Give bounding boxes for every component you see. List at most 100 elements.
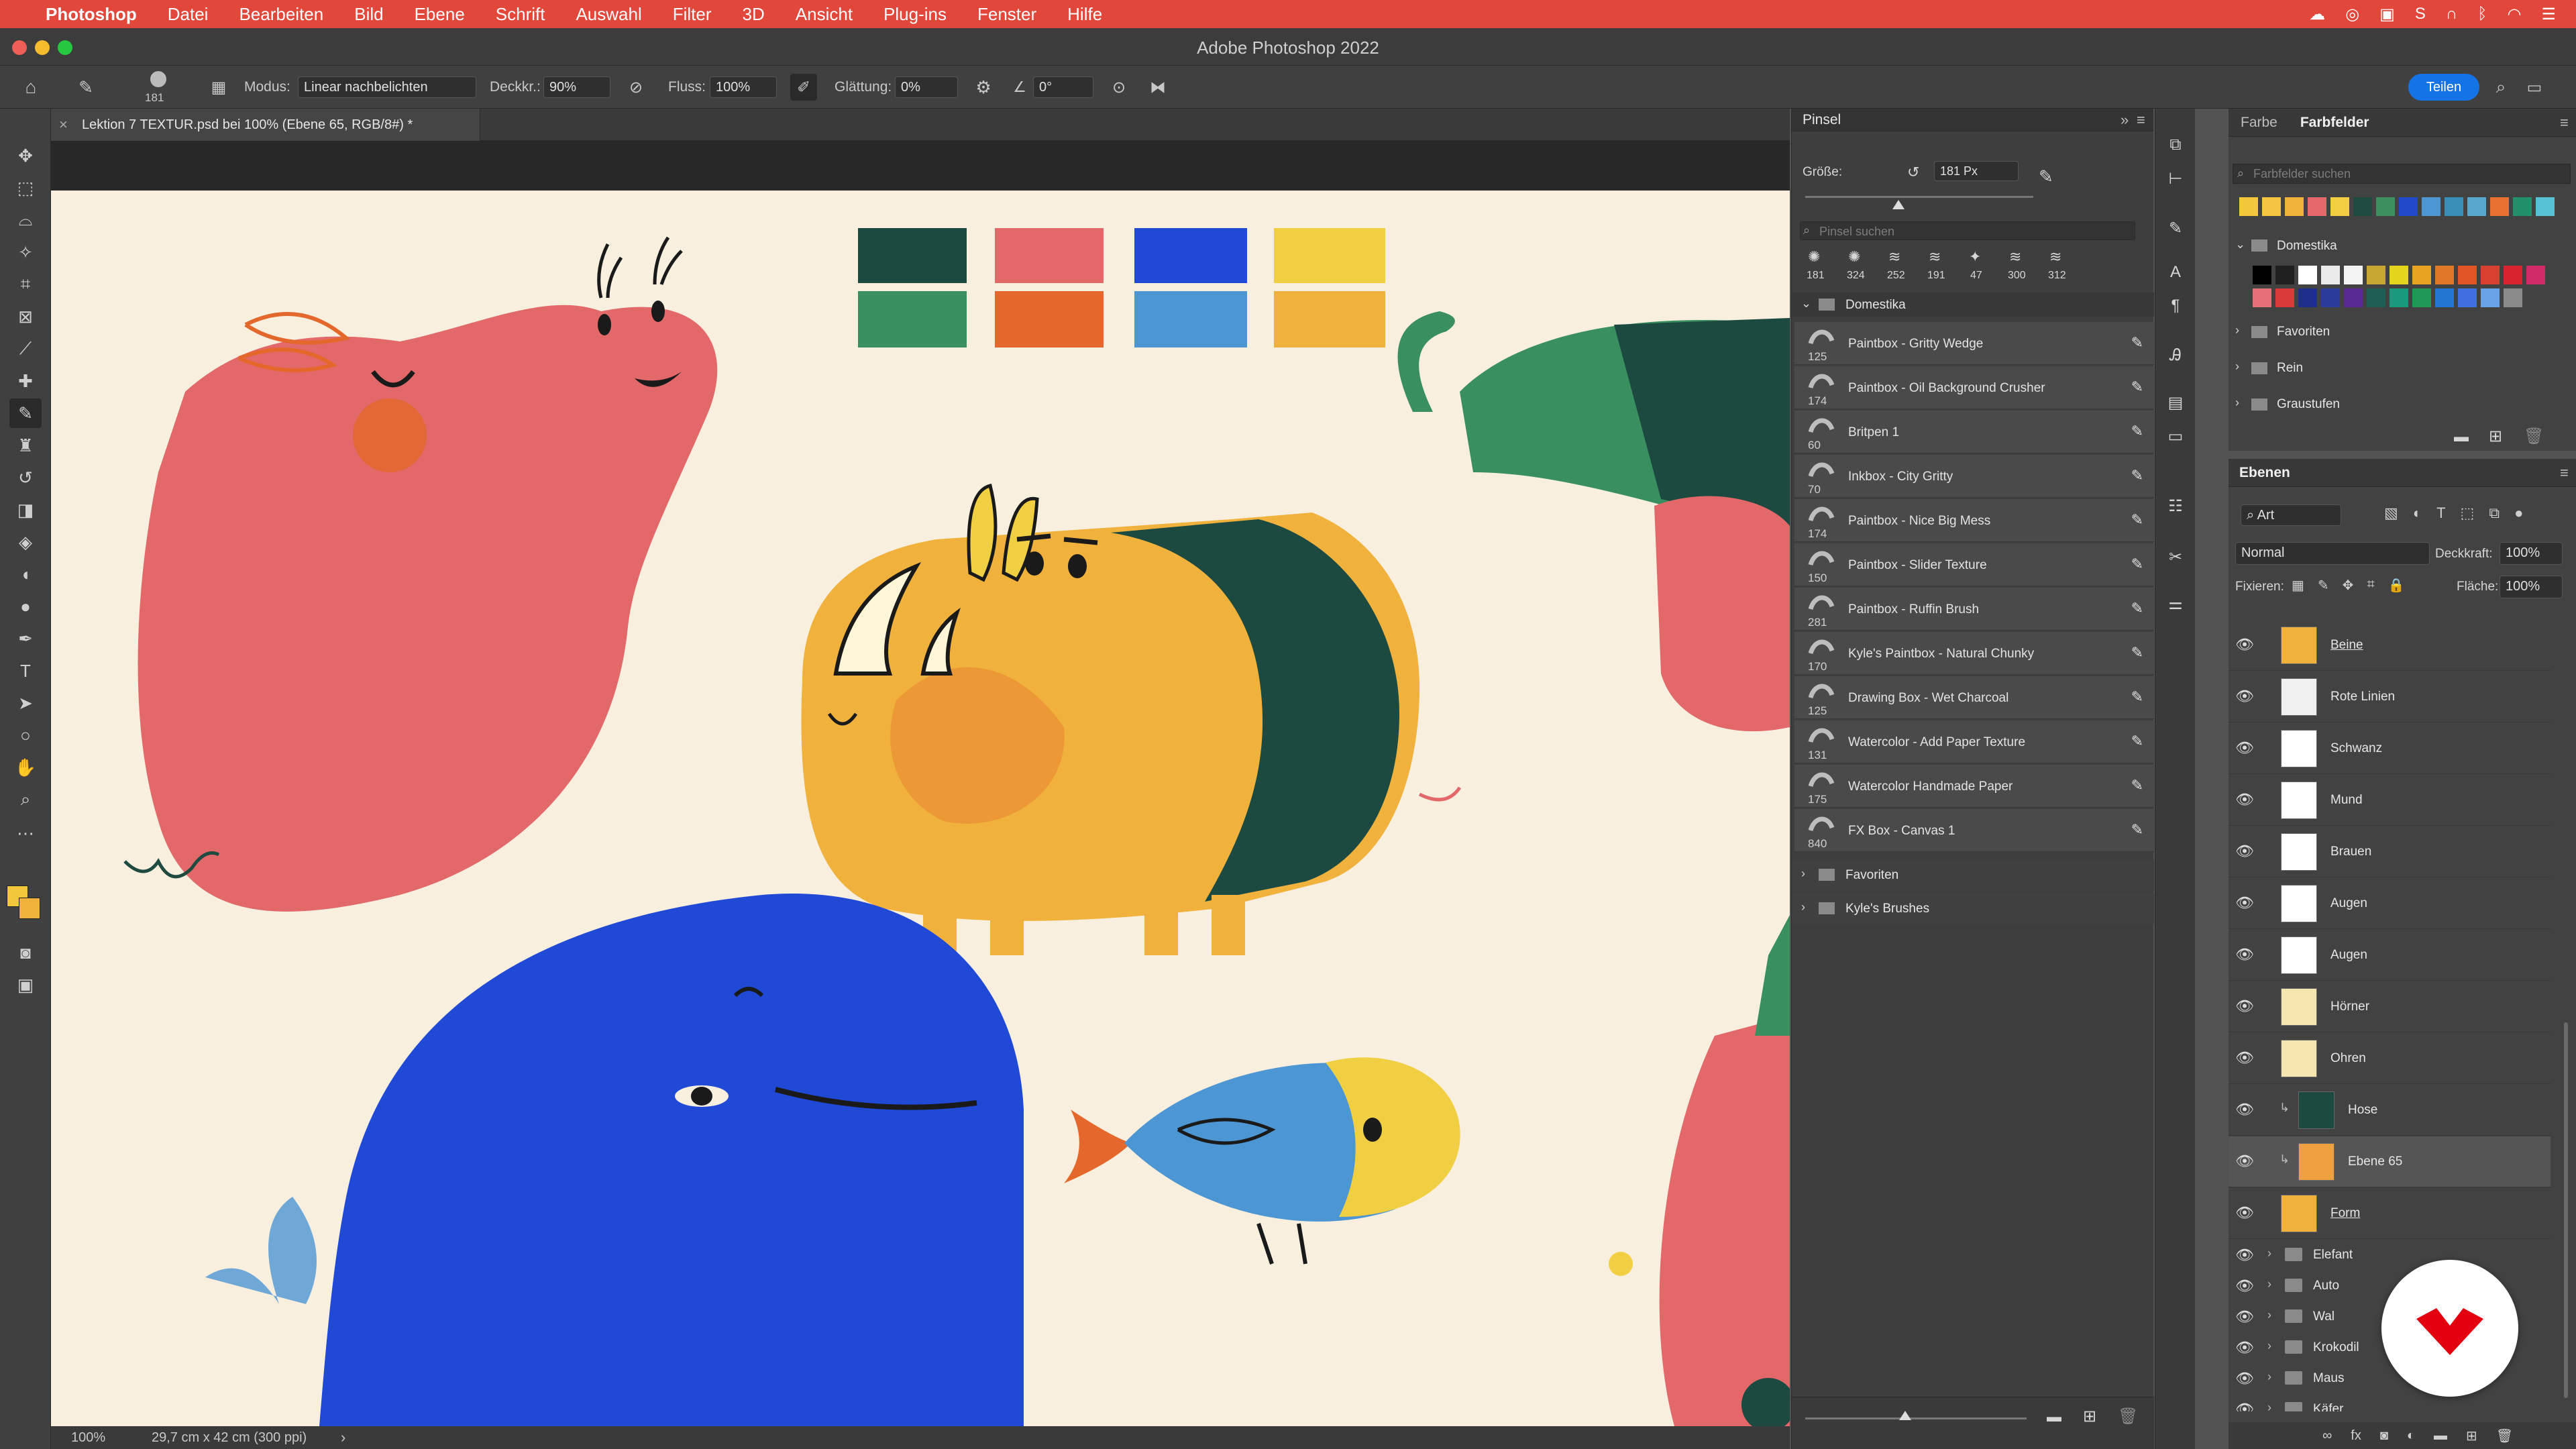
visibility-eye-icon[interactable]: 👁 [2235, 1204, 2254, 1223]
panel-menu-icon[interactable]: ≡ [2560, 464, 2569, 482]
brush-item[interactable]: 70 Inkbox - City Gritty ✎ [1794, 455, 2154, 498]
layer-row[interactable]: 👁 Rote Linien [2229, 672, 2551, 722]
recent-brush[interactable]: ≋ 300 [2001, 247, 2039, 283]
layers-scrollbar-thumb[interactable] [2564, 1022, 2568, 1398]
color-swatch[interactable] [2321, 266, 2340, 284]
eraser-tool-icon[interactable]: ◨ [9, 495, 42, 525]
brush-tool-preset-icon[interactable]: ✎ [74, 75, 98, 99]
brush-item[interactable]: 175 Watercolor Handmade Paper ✎ [1794, 765, 2154, 808]
color-swatch[interactable] [2422, 197, 2440, 216]
image-filter-icon[interactable]: ▧ [2384, 504, 2398, 526]
visibility-eye-icon[interactable]: 👁 [2235, 688, 2254, 706]
screen-icon[interactable]: ▣ [2379, 5, 2395, 24]
visibility-eye-icon[interactable]: 👁 [2235, 1370, 2254, 1387]
background-color-swatch[interactable] [19, 898, 40, 919]
visibility-eye-icon[interactable]: 👁 [2235, 1101, 2254, 1120]
opacity-field[interactable]: 90% [543, 76, 610, 98]
pen-tool-icon[interactable]: ✒ [9, 624, 42, 653]
hand-tool-icon[interactable]: ✋ [9, 753, 42, 782]
layer-row[interactable]: 👁 Beine [2229, 620, 2551, 671]
color-swatch[interactable] [2445, 197, 2463, 216]
quick-mask-icon[interactable]: ◙ [9, 938, 42, 967]
marquee-tool-icon[interactable]: ⬚ [9, 173, 42, 203]
align-icon[interactable]: ⊢ [2163, 166, 2188, 191]
new-brush-icon[interactable]: ✎ [2039, 166, 2053, 187]
pressure-size-icon[interactable]: ⊙ [1107, 75, 1131, 99]
menu-filter[interactable]: Filter [673, 4, 712, 25]
layer-row[interactable]: 👁 Ohren [2229, 1033, 2551, 1084]
visibility-eye-icon[interactable]: 👁 [2235, 1152, 2254, 1171]
color-swatch[interactable] [2344, 288, 2363, 307]
link-layers-icon[interactable]: ∞ [2322, 1428, 2332, 1444]
pencil-icon[interactable]: ✎ [2131, 777, 2143, 794]
stamp-tool-icon[interactable]: ♜ [9, 431, 42, 460]
control-center-icon[interactable]: ☰ [2541, 5, 2556, 24]
collapse-panel-icon[interactable]: » [2121, 111, 2129, 129]
screen-mode-icon[interactable]: ▣ [9, 970, 42, 1000]
chevron-right-icon[interactable]: › [2267, 1246, 2271, 1260]
chevron-right-icon[interactable]: › [2267, 1339, 2271, 1353]
gear-icon[interactable]: ⚙ [971, 75, 996, 99]
creative-cloud-icon[interactable]: ☁ [2309, 5, 2325, 24]
lock-position-icon[interactable]: ✥ [2343, 577, 2354, 597]
history-brush-tool-icon[interactable]: ↺ [9, 463, 42, 492]
close-tab-icon[interactable]: × [59, 116, 68, 133]
brush-tool-icon[interactable]: ✎ [9, 398, 42, 428]
layer-row[interactable]: 👁 Brauen [2229, 826, 2551, 877]
visibility-eye-icon[interactable]: 👁 [2235, 894, 2254, 913]
brush-item[interactable]: 131 Watercolor - Add Paper Texture ✎ [1794, 720, 2154, 763]
mode-select[interactable]: Linear nachbelichten [298, 76, 476, 98]
color-swatch[interactable] [2412, 266, 2431, 284]
color-swatch[interactable] [2285, 197, 2304, 216]
tools-icon[interactable]: ✂ [2163, 545, 2188, 569]
visibility-eye-icon[interactable]: 👁 [2235, 1339, 2254, 1356]
size-field[interactable]: 181 Px [1934, 161, 2019, 181]
lasso-tool-icon[interactable]: ⌓ [9, 205, 42, 235]
lock-pixels-icon[interactable]: ✎ [2318, 577, 2329, 597]
color-swatch[interactable] [2526, 266, 2545, 284]
healing-tool-icon[interactable]: ✚ [9, 366, 42, 396]
visibility-eye-icon[interactable]: 👁 [2235, 636, 2254, 655]
type-filter-icon[interactable]: T [2436, 504, 2445, 526]
wifi-icon[interactable]: ◠ [2508, 5, 2522, 24]
color-swatch[interactable] [2467, 197, 2486, 216]
menu-fenster[interactable]: Fenster [977, 4, 1036, 25]
color-swatch[interactable] [2481, 266, 2500, 284]
brush-item[interactable]: 150 Paintbox - Slider Texture ✎ [1794, 543, 2154, 586]
visibility-eye-icon[interactable]: 👁 [2235, 843, 2254, 861]
layer-row[interactable]: 👁 Form [2229, 1188, 2551, 1239]
brush-search-input[interactable]: ⌕ Pinsel suchen [1800, 221, 2135, 240]
blur-tool-icon[interactable]: ◖ [9, 559, 42, 589]
menu-app-photoshop[interactable]: Photoshop [46, 4, 137, 25]
libraries-icon[interactable]: ▤ [2163, 390, 2188, 415]
panel-menu-icon[interactable]: ≡ [2560, 114, 2569, 131]
trash-icon[interactable]: 🗑 [2524, 427, 2544, 446]
recent-brush[interactable]: ≋ 252 [1880, 247, 1918, 283]
new-swatch-icon[interactable]: ⊞ [2489, 427, 2502, 446]
color-swatch[interactable] [2321, 288, 2340, 307]
color-swatch[interactable] [2412, 288, 2431, 307]
brush-preview-icon[interactable] [145, 68, 172, 91]
color-swatch[interactable] [2435, 266, 2454, 284]
swatch-group-rein[interactable]: › Rein [2229, 354, 2564, 381]
layers-scrollbar[interactable] [2561, 620, 2571, 1411]
brush-item[interactable]: 840 FX Box - Canvas 1 ✎ [1794, 809, 2154, 852]
pressure-opacity-icon[interactable]: ⊘ [624, 75, 648, 99]
menu-ansicht[interactable]: Ansicht [796, 4, 853, 25]
preview-size-thumb[interactable] [1899, 1411, 1911, 1420]
share-button[interactable]: Teilen [2408, 74, 2479, 101]
size-slider-track[interactable] [1805, 196, 2033, 198]
visibility-eye-icon[interactable]: 👁 [2235, 739, 2254, 758]
pencil-icon[interactable]: ✎ [2131, 334, 2143, 352]
adjustment-layer-icon[interactable]: ◐ [2407, 1428, 2415, 1444]
layer-opacity-field[interactable]: 100% [2500, 542, 2563, 565]
document-canvas[interactable] [51, 191, 1790, 1426]
reset-size-icon[interactable]: ↺ [1907, 164, 1919, 181]
menu-3d[interactable]: 3D [743, 4, 765, 25]
color-swatch[interactable] [2504, 266, 2522, 284]
new-layer-icon[interactable]: ⊞ [2466, 1428, 2477, 1444]
headphones-icon[interactable]: ∩ [2446, 5, 2457, 23]
visibility-eye-icon[interactable]: 👁 [2235, 1308, 2254, 1326]
brush-item[interactable]: 174 Paintbox - Nice Big Mess ✎ [1794, 499, 2154, 542]
brush-settings-panel-icon[interactable]: ✎ [2163, 216, 2188, 240]
